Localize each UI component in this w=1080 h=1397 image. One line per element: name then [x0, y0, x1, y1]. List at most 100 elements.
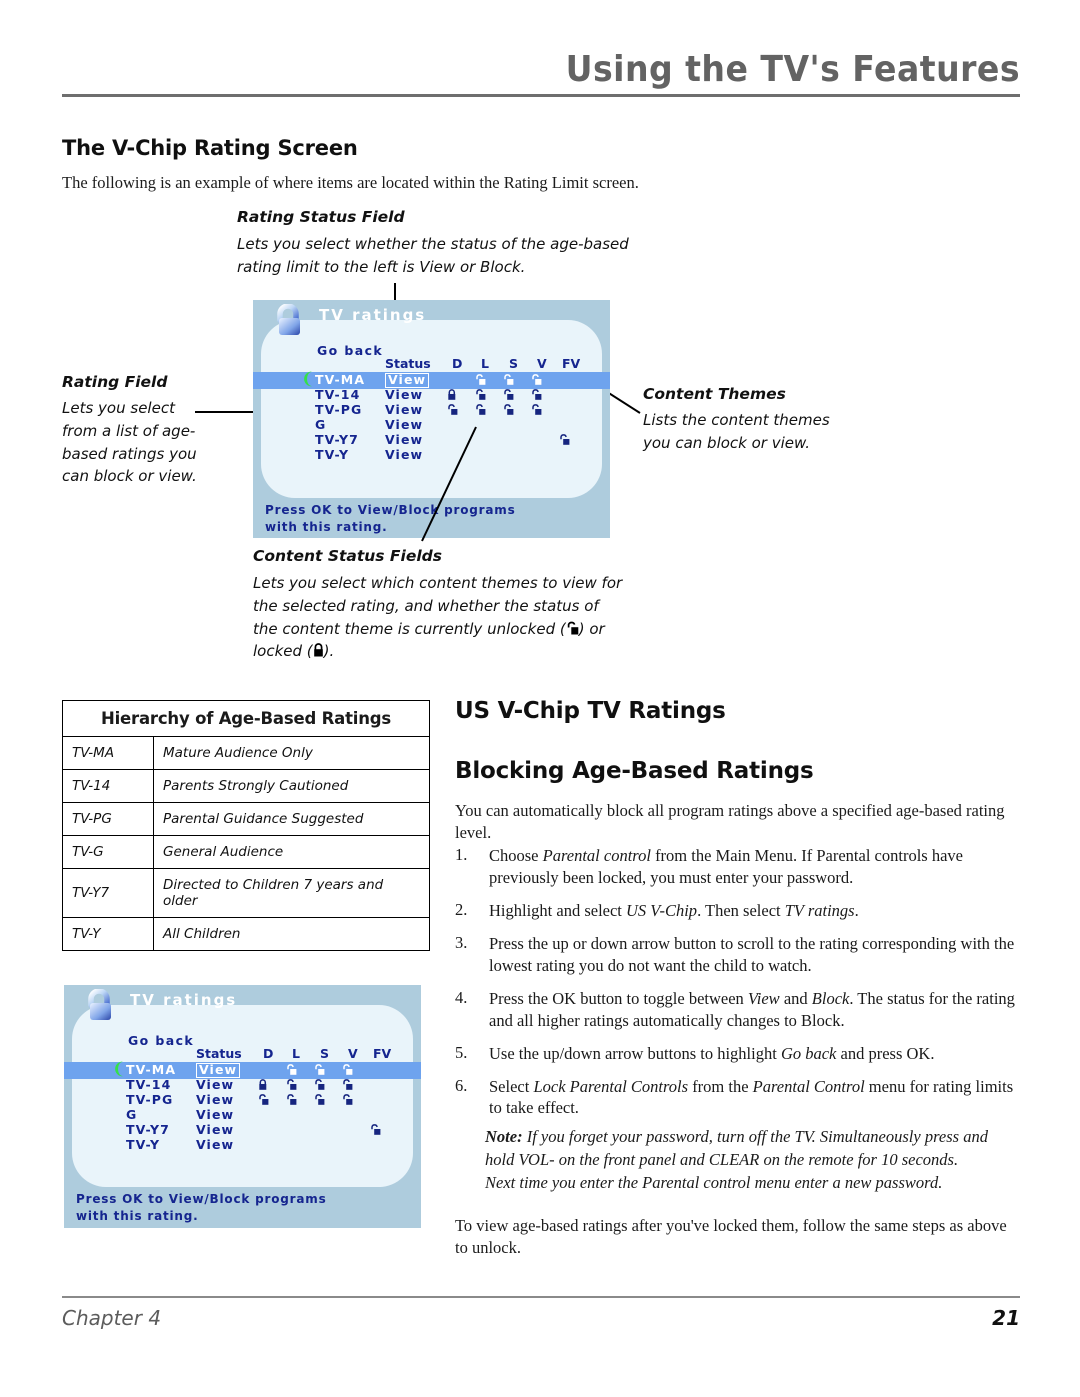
step-item: 3. Press the up or down arrow button to s… [455, 933, 1015, 977]
rating-description-cell: Directed to Children 7 years and older [153, 868, 430, 918]
osd2-col-fv: FV [373, 1046, 392, 1061]
step-number: 4. [455, 987, 468, 1007]
osd2-footer-hint: Press OK to View/Block programs with thi… [76, 1191, 327, 1225]
osd-content-lock-cell[interactable] [475, 403, 486, 416]
osd-rating-row[interactable]: TV-MA View [315, 372, 605, 388]
osd-rating-status[interactable]: View [196, 1062, 241, 1078]
unlocked-padlock-icon [476, 373, 486, 385]
hierarchy-table-title: Hierarchy of Age-Based Ratings [62, 700, 430, 737]
table-row: TV-Y7 Directed to Children 7 years and ol… [62, 868, 430, 918]
osd2-col-l: L [292, 1046, 300, 1061]
osd-content-lock-cell[interactable] [342, 1078, 353, 1091]
callout-content-themes: Content Themes Lists the content themes … [643, 385, 873, 455]
blocking-intro-paragraph: You can automatically block all program … [455, 801, 1005, 842]
osd2-col-d: D [263, 1046, 274, 1061]
osd-content-lock-cell[interactable] [531, 373, 542, 386]
osd-rating-status[interactable]: View [385, 417, 423, 432]
osd-rating-status[interactable]: View [385, 402, 423, 417]
osd-content-lock-cell[interactable] [258, 1078, 269, 1091]
osd-content-lock-cell[interactable] [314, 1093, 325, 1106]
unlocked-padlock-icon [532, 373, 542, 385]
osd-content-lock-cell[interactable] [447, 403, 458, 416]
osd2-col-status: Status [196, 1046, 242, 1061]
rating-description-cell: General Audience [153, 835, 430, 869]
callout-rating-field-title: Rating Field [62, 373, 168, 391]
step-number: 1. [455, 845, 468, 864]
step-emphasis: View [747, 988, 780, 1008]
step-text: Highlight and select US V-Chip. Then sel… [489, 900, 1015, 922]
osd-rating-row[interactable]: TV-14 View [315, 387, 605, 402]
osd-rating-row[interactable]: G View [126, 1107, 416, 1122]
osd-content-lock-cell[interactable] [475, 388, 486, 401]
osd-col-v: V [537, 356, 547, 371]
osd-go-back[interactable]: Go back [317, 343, 383, 358]
osd2-go-back[interactable]: Go back [128, 1033, 194, 1048]
unlocked-padlock-icon [343, 1078, 353, 1090]
osd-content-lock-cell[interactable] [314, 1063, 325, 1076]
footer-rule [62, 1296, 1020, 1298]
unlocked-padlock-icon [371, 1123, 381, 1135]
callout-rating-field-line-2: from a list of age- [62, 421, 196, 440]
osd-rating-row[interactable]: TV-PG View [126, 1092, 416, 1107]
osd-content-lock-cell[interactable] [503, 388, 514, 401]
osd-content-lock-cell[interactable] [370, 1123, 381, 1136]
unlocked-padlock-icon [476, 388, 486, 400]
osd-content-lock-cell[interactable] [531, 388, 542, 401]
osd-rating-status[interactable]: View [385, 372, 430, 388]
osd-rating-status[interactable]: View [385, 432, 423, 447]
osd-col-d: D [452, 356, 463, 371]
unlocked-padlock-icon [532, 403, 542, 415]
osd-content-lock-cell[interactable] [286, 1078, 297, 1091]
osd-rating-status[interactable]: View [196, 1122, 234, 1137]
step-plain: . [854, 900, 859, 920]
osd-content-lock-cell[interactable] [342, 1063, 353, 1076]
osd-content-lock-cell[interactable] [342, 1093, 353, 1106]
callout-rating-field: Rating Field Lets you select from a list… [62, 373, 242, 488]
step-text: Press the OK button to toggle between Vi… [489, 988, 1015, 1032]
osd-rating-row[interactable]: TV-Y View [126, 1137, 416, 1152]
osd-content-lock-cell[interactable] [447, 388, 458, 401]
osd-status-selected-box[interactable]: View [196, 1063, 241, 1078]
osd-content-lock-cell[interactable] [314, 1078, 325, 1091]
osd-rating-status[interactable]: View [385, 447, 423, 462]
osd-status-selected-box[interactable]: View [385, 373, 430, 388]
osd-content-lock-cell[interactable] [531, 403, 542, 416]
osd-content-lock-cell[interactable] [559, 433, 570, 446]
osd-rating-status[interactable]: View [196, 1092, 234, 1107]
step-number: 6. [455, 1075, 468, 1095]
tv-ratings-screenshot-bottom: TV ratings Go back ❨ Status D L S V FV T… [64, 985, 421, 1228]
callout-rating-status-line-2: rating limit to the left is View or Bloc… [237, 257, 526, 276]
step-plain: Highlight and select [489, 900, 627, 920]
osd-content-lock-cell[interactable] [503, 373, 514, 386]
osd-rating-row[interactable]: TV-Y7 View [126, 1122, 416, 1137]
osd-content-lock-cell[interactable] [286, 1093, 297, 1106]
osd-rating-status[interactable]: View [196, 1107, 234, 1122]
osd-rating-row[interactable]: TV-14 View [126, 1077, 416, 1092]
osd-rating-name: TV-MA [126, 1062, 177, 1077]
osd-rating-status[interactable]: View [196, 1137, 234, 1152]
table-row: TV-MA Mature Audience Only [62, 736, 430, 770]
osd-rating-name: TV-PG [315, 402, 363, 417]
unlocked-padlock-icon [259, 1093, 269, 1105]
osd-rating-status[interactable]: View [196, 1077, 234, 1092]
callout-rating-status-title: Rating Status Field [237, 208, 405, 226]
osd-rating-row[interactable]: TV-PG View [315, 402, 605, 417]
callout-content-themes-title: Content Themes [643, 385, 786, 403]
padlock-icon [277, 304, 300, 335]
locked-padlock-icon [448, 388, 456, 400]
osd-rating-status[interactable]: View [385, 387, 423, 402]
osd-content-lock-cell[interactable] [475, 373, 486, 386]
page-title: Using the TV's Features [565, 49, 1020, 90]
osd-rating-name: TV-14 [126, 1077, 172, 1092]
step-number: 3. [455, 932, 468, 952]
osd-content-lock-cell[interactable] [258, 1093, 269, 1106]
note-label: Note: [485, 1127, 523, 1146]
osd-content-lock-cell[interactable] [286, 1063, 297, 1076]
step-emphasis: US V-Chip [626, 900, 698, 920]
osd-rating-row[interactable]: TV-MA View [126, 1062, 416, 1078]
unlocked-padlock-icon [476, 403, 486, 415]
osd-content-lock-cell[interactable] [503, 403, 514, 416]
closing-paragraph: To view age-based ratings after you've l… [455, 1216, 1007, 1257]
callout-content-status-line-3: the content theme is currently unlocked … [253, 618, 723, 641]
callout-content-status-line-4-a: locked ( [253, 642, 313, 661]
